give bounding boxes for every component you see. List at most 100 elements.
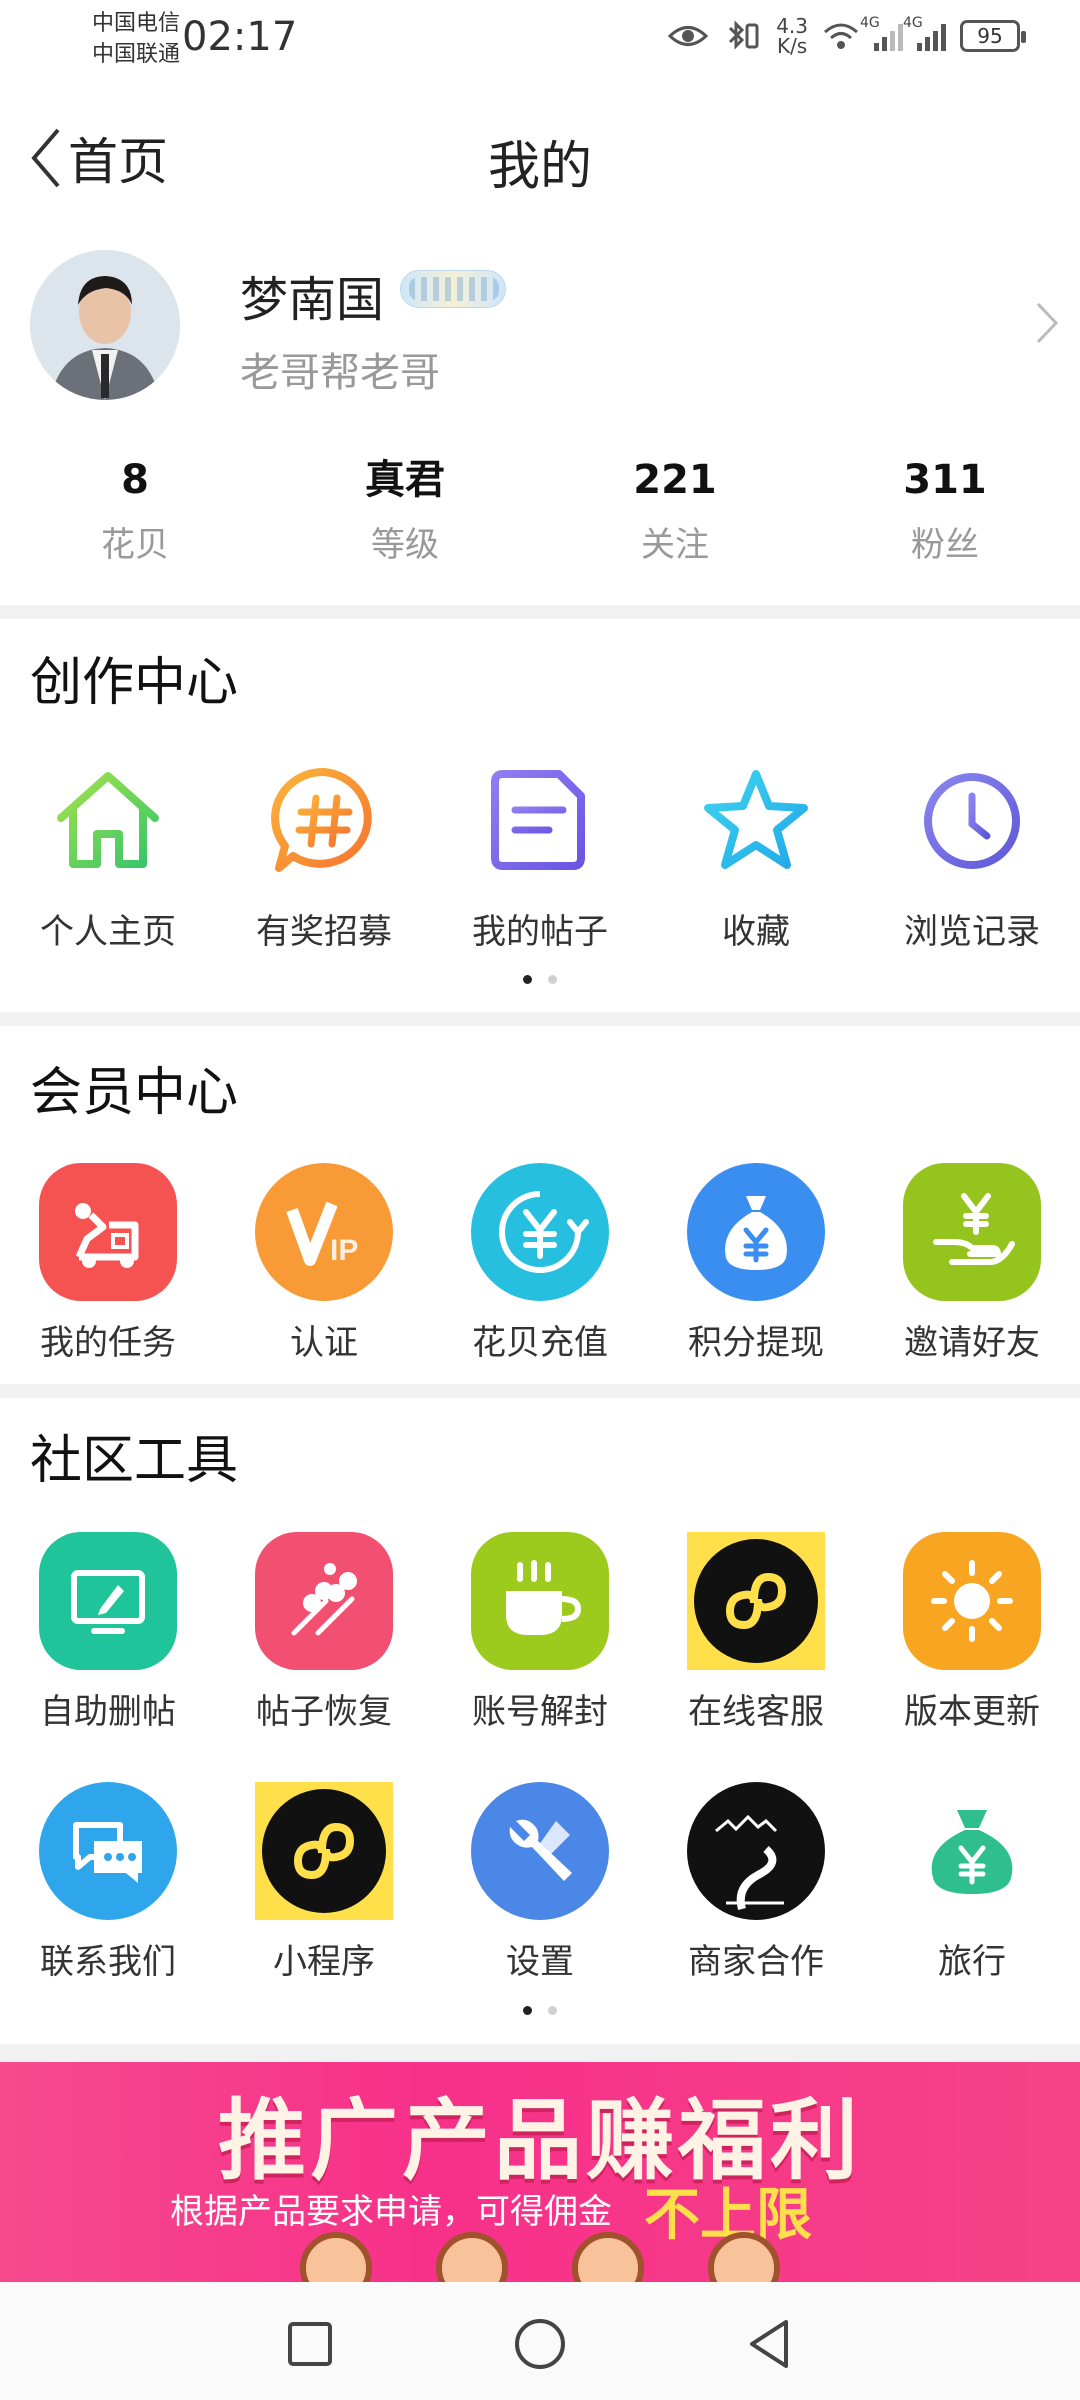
stat-value: 221 — [633, 457, 717, 503]
grid-item-label: 我的帖子 — [472, 912, 608, 952]
net-speed-value: 4.3 — [776, 14, 808, 38]
grid-item-withdraw[interactable]: 积分提现 — [648, 1163, 864, 1364]
stat-label: 花贝 — [101, 525, 169, 565]
grid-item-unban[interactable]: 账号解封 — [432, 1532, 648, 1733]
invite-icon — [903, 1163, 1041, 1301]
grid-item-history[interactable]: 浏览记录 — [864, 752, 1080, 953]
mini-program-icon — [255, 1782, 393, 1920]
eye-icon — [668, 26, 709, 46]
stat-label: 粉丝 — [911, 525, 979, 565]
section-divider — [0, 605, 1080, 619]
banner-people-illustration — [300, 2232, 780, 2282]
community-tools-title: 社区工具 — [30, 1431, 239, 1491]
stat-level[interactable]: 真君 等级 — [270, 455, 540, 585]
member-center-grid: 我的任务 IP 认证 花贝充值 积分提现 邀请好友 — [0, 1163, 1080, 1364]
stat-value: 311 — [903, 457, 987, 503]
stat-following[interactable]: 221 关注 — [540, 455, 810, 585]
recent-apps-button[interactable] — [280, 2314, 340, 2374]
restore-icon — [255, 1532, 393, 1670]
road-icon — [687, 1782, 825, 1920]
stat-followers[interactable]: 311 粉丝 — [810, 455, 1080, 585]
grid-item-delete-post[interactable]: 自助删帖 — [0, 1532, 216, 1733]
stat-label: 关注 — [641, 525, 709, 565]
grid-item-favorites[interactable]: 收藏 — [648, 752, 864, 953]
star-icon — [687, 752, 825, 890]
avatar[interactable] — [30, 250, 180, 400]
grid-item-label: 浏览记录 — [904, 912, 1040, 952]
grid-item-contact-us[interactable]: 联系我们 — [0, 1782, 216, 1983]
avatar-image — [30, 250, 180, 400]
grid-item-business[interactable]: 商家合作 — [648, 1782, 864, 1983]
grid-item-my-posts[interactable]: 我的帖子 — [432, 752, 648, 953]
stat-label: 等级 — [371, 525, 439, 565]
profile-stats: 8 花贝 真君 等级 221 关注 311 粉丝 — [0, 455, 1080, 585]
bluetooth-icon — [729, 20, 759, 50]
grid-item-recruit[interactable]: 有奖招募 — [216, 752, 432, 953]
stat-value: 8 — [121, 457, 149, 503]
banner-headline: 推广产品赚福利 — [217, 2089, 862, 2192]
grid-item-restore-post[interactable]: 帖子恢复 — [216, 1532, 432, 1733]
profile-card[interactable]: 梦南国 老哥帮老哥 — [0, 230, 1080, 410]
grid-item-mini-program[interactable]: 小程序 — [216, 1782, 432, 1983]
chevron-right-icon[interactable] — [1032, 298, 1062, 348]
stat-huabei[interactable]: 8 花贝 — [0, 455, 270, 585]
wrench-icon — [471, 1782, 609, 1920]
home-icon — [39, 752, 177, 890]
sim1-type: 4G — [860, 15, 880, 31]
grid-item-label: 在线客服 — [688, 1692, 824, 1732]
signal-1-icon: 4G — [860, 15, 903, 51]
network-speed: 4.3 K/s — [776, 16, 808, 56]
battery-icon: 95 — [960, 20, 1026, 52]
creation-center-grid: 个人主页 有奖招募 我的帖子 收藏 浏览记录 — [0, 752, 1080, 953]
grid-item-travel[interactable]: 旅行 — [864, 1782, 1080, 1983]
back-nav-button[interactable] — [740, 2314, 800, 2374]
grid-item-label: 设置 — [506, 1942, 574, 1982]
carrier-1: 中国电信 — [92, 11, 181, 36]
grid-item-label: 我的任务 — [40, 1323, 176, 1363]
section-divider — [0, 1384, 1080, 1398]
grid-item-label: 旅行 — [938, 1942, 1006, 1982]
carrier-names: 中国电信 中国联通 — [92, 8, 180, 70]
task-icon — [39, 1163, 177, 1301]
status-bar: 中国电信 中国联通 02:17 4.3 K/s 4G 4G 95 — [0, 0, 1080, 80]
grid-item-recharge[interactable]: 花贝充值 — [432, 1163, 648, 1364]
carrier-2: 中国联通 — [92, 42, 181, 67]
top-nav: 首页 我的 — [0, 100, 1080, 210]
grid-item-label: 小程序 — [273, 1942, 375, 1982]
grid-item-invite[interactable]: 邀请好友 — [864, 1163, 1080, 1364]
clock-icon — [903, 752, 1041, 890]
grid-item-label: 有奖招募 — [256, 912, 392, 952]
user-signature: 老哥帮老哥 — [240, 350, 440, 396]
sun-icon — [903, 1532, 1041, 1670]
level-badge-icon — [400, 270, 506, 308]
grid-item-label: 邀请好友 — [904, 1323, 1040, 1363]
hashtag-icon — [255, 752, 393, 890]
grid-item-label: 账号解封 — [472, 1692, 608, 1732]
sim2-type: 4G — [903, 15, 923, 31]
grid-item-label: 个人主页 — [40, 912, 176, 952]
grid-item-online-service[interactable]: 在线客服 — [648, 1532, 864, 1733]
post-icon — [471, 752, 609, 890]
page-title: 我的 — [487, 137, 592, 197]
grid-item-my-tasks[interactable]: 我的任务 — [0, 1163, 216, 1364]
username: 梦南国 — [240, 272, 385, 328]
community-tools-grid-row-2: 联系我们 小程序 设置 商家合作 旅行 — [0, 1782, 1080, 1983]
mini-program-icon — [687, 1532, 825, 1670]
grid-item-settings[interactable]: 设置 — [432, 1782, 648, 1983]
grid-item-verify[interactable]: IP 认证 — [216, 1163, 432, 1364]
creation-center-title: 创作中心 — [30, 653, 239, 713]
grid-item-home[interactable]: 个人主页 — [0, 752, 216, 953]
yuan-recharge-icon — [471, 1163, 609, 1301]
member-center-title: 会员中心 — [30, 1063, 239, 1123]
grid-item-label: 收藏 — [722, 912, 790, 952]
section-divider — [0, 2044, 1080, 2062]
home-button[interactable] — [510, 2314, 570, 2374]
promo-banner[interactable]: 推广产品赚福利 根据产品要求申请，可得佣金 不上限 — [0, 2062, 1080, 2282]
grid-item-version-update[interactable]: 版本更新 — [864, 1532, 1080, 1733]
grid-item-label: 商家合作 — [688, 1942, 824, 1982]
grid-item-label: 认证 — [290, 1323, 358, 1363]
grid-item-label: 版本更新 — [904, 1692, 1040, 1732]
grid-item-label: 自助删帖 — [40, 1692, 176, 1732]
wifi-icon — [824, 23, 858, 49]
page-indicator — [0, 2006, 1080, 2015]
